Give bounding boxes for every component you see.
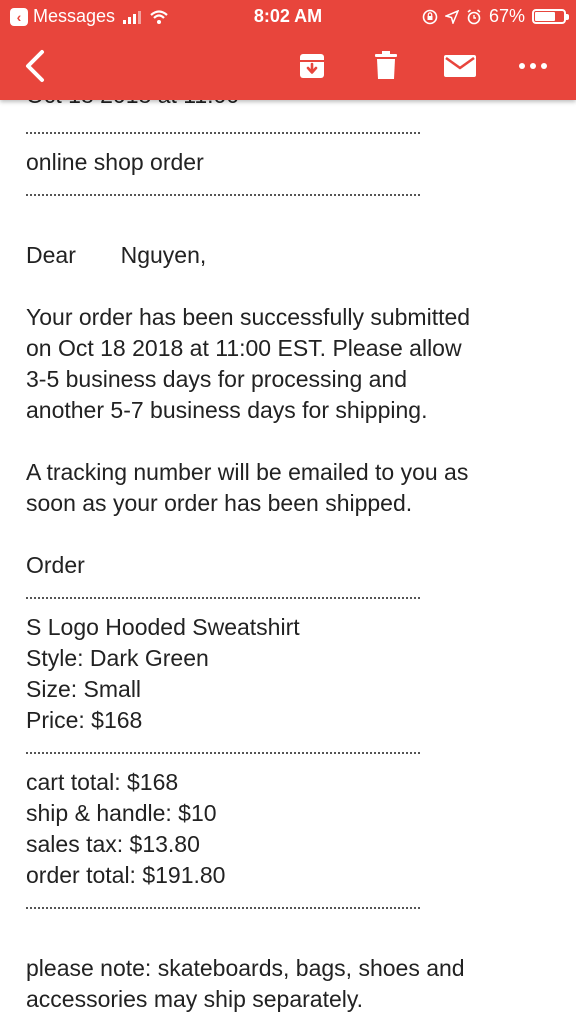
email-body: Oct 18 2018 at 11:00 online shop order D… [26, 82, 546, 1015]
back-icon [26, 50, 44, 82]
order-total: order total: $191.80 [26, 862, 226, 888]
tracking-paragraph: A tracking number will be emailed to you… [26, 457, 546, 519]
subject-line: online shop order [26, 149, 204, 175]
order-totals: cart total: $168 ship & handle: $10 sale… [26, 767, 546, 891]
location-icon [444, 9, 459, 24]
archive-icon [300, 54, 324, 78]
item-style: Style: Dark Green [26, 645, 209, 671]
dotted-divider [26, 891, 546, 922]
orientation-lock-icon [422, 9, 438, 24]
dotted-divider [26, 581, 546, 612]
paragraph-line: 3-5 business days for processing and [26, 366, 407, 392]
paragraph-line: soon as your order has been shipped. [26, 490, 413, 516]
greeting: Dear Nguyen, [26, 242, 207, 268]
mail-icon [444, 55, 476, 77]
mark-unread-button[interactable] [442, 48, 478, 84]
order-heading: Order [26, 552, 85, 578]
order-confirmation-paragraph: Your order has been successfully submitt… [26, 302, 546, 426]
alarm-icon [467, 8, 481, 24]
email-toolbar [0, 34, 576, 100]
dotted-divider [26, 178, 546, 209]
order-item: S Logo Hooded Sweatshirt Style: Dark Gre… [26, 612, 546, 736]
delete-button[interactable] [371, 48, 401, 84]
dotted-divider [26, 736, 546, 767]
paragraph-line: another 5-7 business days for shipping. [26, 397, 428, 423]
ship-handle: ship & handle: $10 [26, 800, 217, 826]
shipping-note: please note: skateboards, bags, shoes an… [26, 953, 546, 1015]
app-header: ‹ Messages 8:02 AM 67% [0, 0, 576, 100]
battery-percent: 67% [488, 6, 525, 26]
note-line: accessories may ship separately. [26, 986, 364, 1012]
back-button[interactable] [20, 48, 50, 84]
archive-button[interactable] [296, 48, 328, 84]
status-bar: ‹ Messages 8:02 AM 67% [0, 0, 576, 34]
item-price: Price: $168 [26, 707, 143, 733]
cart-total: cart total: $168 [26, 769, 179, 795]
trash-icon [375, 51, 397, 79]
paragraph-line: on Oct 18 2018 at 11:00 EST. Please allo… [26, 335, 462, 361]
more-options-button[interactable] [515, 48, 551, 84]
item-name: S Logo Hooded Sweatshirt [26, 614, 300, 640]
note-line: please note: skateboards, bags, shoes an… [26, 955, 465, 981]
item-size: Size: Small [26, 676, 142, 702]
dotted-divider [26, 116, 546, 147]
paragraph-line: Your order has been successfully submitt… [26, 304, 471, 330]
more-icon [519, 63, 547, 69]
sales-tax: sales tax: $13.80 [26, 831, 200, 857]
paragraph-line: A tracking number will be emailed to you… [26, 459, 469, 485]
battery-icon [532, 9, 569, 24]
